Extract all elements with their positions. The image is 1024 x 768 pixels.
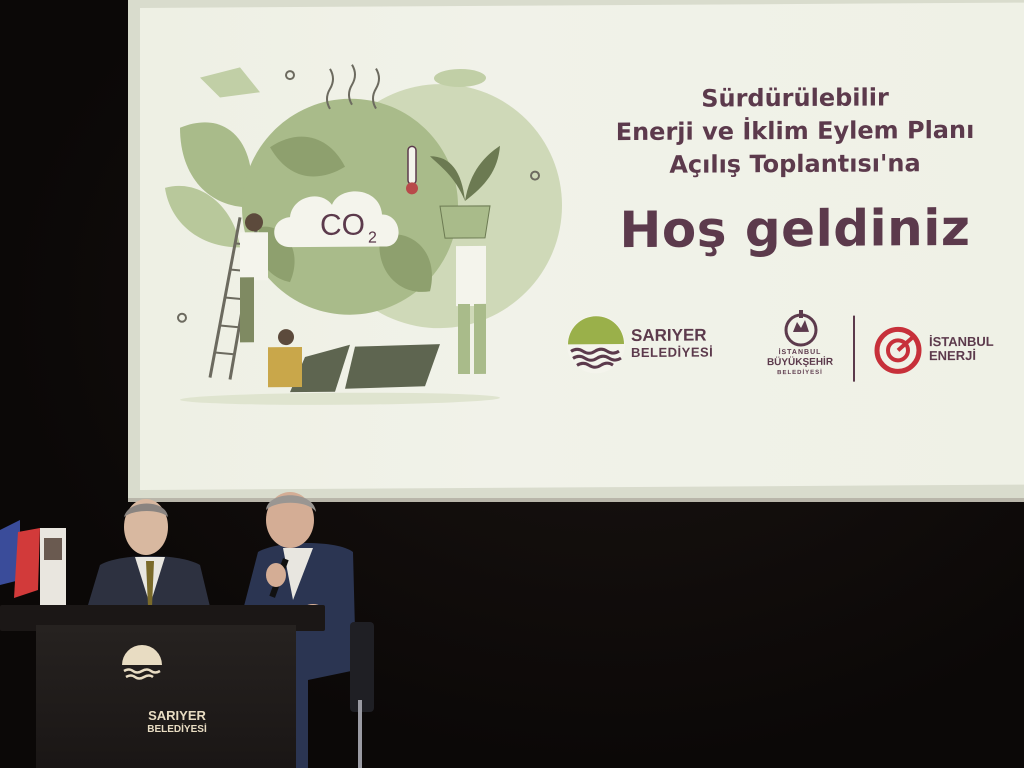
istanbul-energy-logo-icon	[874, 326, 922, 374]
podium-logo-icon	[122, 645, 162, 680]
podium: SARIYER BELEDİYESİ	[0, 605, 330, 768]
istanbul-energy-logo-text: İSTANBUL ENERJİ	[929, 333, 994, 364]
speaker-left	[85, 499, 212, 615]
person-left-torso	[240, 232, 268, 281]
decor-dot-1	[285, 70, 295, 81]
logo-bar: SARIYER BELEDİYESİ İSTANBUL BÜYÜKŞEHİR B…	[565, 301, 1024, 394]
ibb-logo-line2: BÜYÜKŞEHİR	[766, 356, 834, 369]
thermometer-bulb	[406, 182, 418, 195]
sariyer-logo-line2: BELEDİYESİ	[631, 344, 714, 361]
title-line-1: Sürdürülebilir	[701, 83, 889, 113]
chair-back	[350, 622, 374, 712]
ground-shadow	[180, 392, 500, 405]
podium-logo-line1: SARIYER	[148, 708, 206, 723]
sariyer-logo-line1: SARIYER	[631, 325, 707, 346]
flag-red	[14, 528, 40, 598]
welcome-heading: Hoş geldiniz	[619, 198, 971, 260]
sariyer-logo-icon	[567, 315, 625, 374]
flags	[0, 520, 66, 608]
ibb-logo-text: İSTANBUL BÜYÜKŞEHİR BELEDİYESİ	[755, 348, 845, 379]
logo-divider	[853, 315, 855, 382]
person-right-leg	[458, 303, 470, 375]
cloud-top-right	[434, 69, 486, 88]
flag-banner-portrait	[44, 538, 62, 560]
projection-screen: CO 2 Sürdürülebilir Enerji ve İklim Eyle…	[140, 2, 1024, 490]
podium-logo-text: SARIYER BELEDİYESİ	[142, 709, 212, 737]
title-line-2: Enerji ve İklim Eylem Planı	[615, 115, 975, 147]
person-left-leg	[240, 277, 254, 343]
cloud-shape	[200, 67, 260, 98]
co2-label: CO	[320, 209, 365, 242]
speaker-right-hand	[266, 563, 286, 587]
energy-logo-line1: İSTANBUL	[929, 333, 994, 350]
climate-illustration: CO 2	[165, 64, 562, 405]
person-kneeling-head	[278, 329, 294, 346]
solar-panel-2	[345, 344, 440, 389]
steam-line-2	[348, 64, 356, 106]
sariyer-logo-text: SARIYER BELEDİYESİ	[631, 326, 713, 361]
person-left-head	[245, 213, 263, 232]
energy-logo-line2: ENERJİ	[929, 347, 976, 364]
chair	[350, 622, 374, 768]
podium-logo-line2: BELEDİYESİ	[147, 724, 207, 735]
ibb-logo-icon	[784, 309, 818, 347]
thermometer-icon	[407, 145, 417, 186]
person-kneeling-torso	[268, 347, 302, 388]
slide-title: Sürdürülebilir Enerji ve İklim Eylem Pla…	[585, 81, 1005, 183]
person-right-leg-2	[474, 303, 486, 374]
plant-pot	[439, 205, 491, 239]
co2-subscript: 2	[368, 230, 377, 247]
ibb-logo-line3: BELEDİYESİ	[777, 369, 823, 377]
decor-dot-2	[177, 312, 187, 323]
title-line-3: Açılış Toplantısı'na	[669, 149, 921, 179]
podium-body: SARIYER BELEDİYESİ	[36, 625, 296, 768]
chair-leg	[358, 700, 362, 768]
person-right-torso	[456, 245, 486, 307]
